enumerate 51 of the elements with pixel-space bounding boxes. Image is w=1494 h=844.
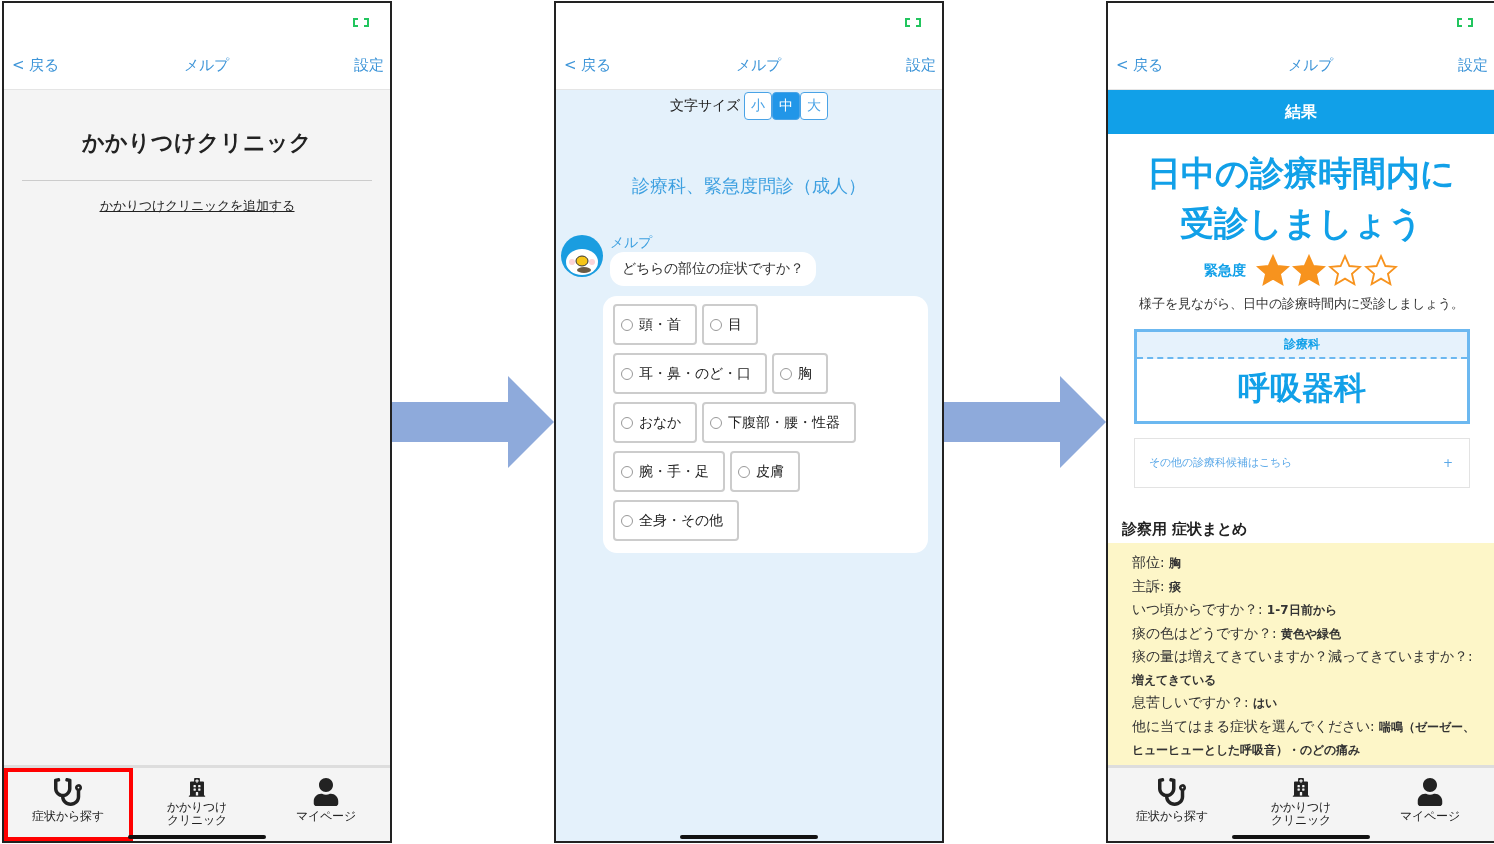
nav-title: メルプ (736, 55, 782, 75)
result-headline: 日中の診療時間内に 受診しましょう (1146, 152, 1456, 245)
penguin-avatar (560, 234, 604, 278)
chat-bubble: どちらの部位の症状ですか？ (610, 252, 816, 286)
person-icon (311, 778, 340, 806)
advice-text: 様子を見ながら、日中の診療時間内に受診しましょう。 (1137, 296, 1465, 313)
department-name: 呼吸器科 (1237, 368, 1367, 409)
tab-button[interactable]: 症状から探す (1108, 768, 1237, 841)
summary-line: いつ頃からですか？: 1-7日前から (1132, 600, 1338, 619)
option-button[interactable]: 頭・首 (613, 304, 697, 345)
battery-icon (1456, 17, 1474, 27)
chat-heading: 診療科、緊急度問診（成人） (631, 174, 867, 198)
expand-icon: + (1442, 456, 1453, 470)
filled-star (1256, 254, 1290, 288)
summary-line: 痰の色はどうですか？: 黄色や緑色 (1132, 623, 1342, 643)
stethoscope-icon (54, 778, 83, 806)
font-size-label: 文字サイズ (670, 97, 740, 115)
battery-icon (904, 17, 922, 27)
option-button[interactable]: 目 (702, 304, 758, 345)
tab-button[interactable]: かかりつけ クリニック (1236, 768, 1366, 841)
stethoscope-icon (1158, 778, 1187, 806)
person-icon (1415, 778, 1444, 806)
filled-star (1292, 254, 1326, 288)
tab-button[interactable]: マイページ (261, 768, 390, 841)
tab-button[interactable]: かかりつけ クリニック (132, 768, 262, 841)
option-button[interactable]: 皮膚 (730, 451, 800, 492)
option-button[interactable]: 腕・手・足 (613, 451, 725, 492)
result-banner: 結果 (1108, 90, 1494, 134)
add-clinic-link[interactable]: かかりつけクリニックを追加する (4, 197, 390, 215)
tab-button[interactable]: マイページ (1365, 768, 1494, 841)
option-button[interactable]: 耳・鼻・のど・口 (613, 353, 767, 394)
empty-star (1364, 254, 1398, 288)
option-button[interactable]: 下腹部・腰・性器 (702, 402, 856, 443)
empty-star (1328, 254, 1362, 288)
option-button[interactable]: おなか (613, 402, 697, 443)
tab-button[interactable]: 症状から探す (4, 768, 133, 841)
nav-title: メルプ (184, 55, 230, 75)
nav-title: メルプ (1288, 55, 1334, 75)
summary-line: 痰の量は増えてきていますか？減ってきていますか？: 増えてきている (1132, 647, 1474, 689)
summary-line: 部位: 胸 (1132, 553, 1182, 572)
option-button[interactable]: 全身・その他 (613, 500, 739, 541)
summary-line: 他に当てはまる症状を選んでください: 喘鳴（ゼーゼー、ヒューヒューとした呼吸音）・のどの痛み (1132, 716, 1476, 759)
summary-title: 診察用 症状まとめ (1122, 520, 1249, 539)
summary-line: 息苦しいですか？: はい (1132, 693, 1278, 712)
urgency-label: 緊急度 (1204, 262, 1246, 280)
summary-line: 主訴: 痰 (1132, 576, 1182, 596)
bot-name: メルプ (610, 234, 652, 252)
department-label: 診療科 (1137, 332, 1467, 359)
page-title: かかりつけクリニック (81, 129, 313, 157)
battery-icon (352, 17, 370, 27)
option-button[interactable]: 胸 (772, 353, 828, 394)
